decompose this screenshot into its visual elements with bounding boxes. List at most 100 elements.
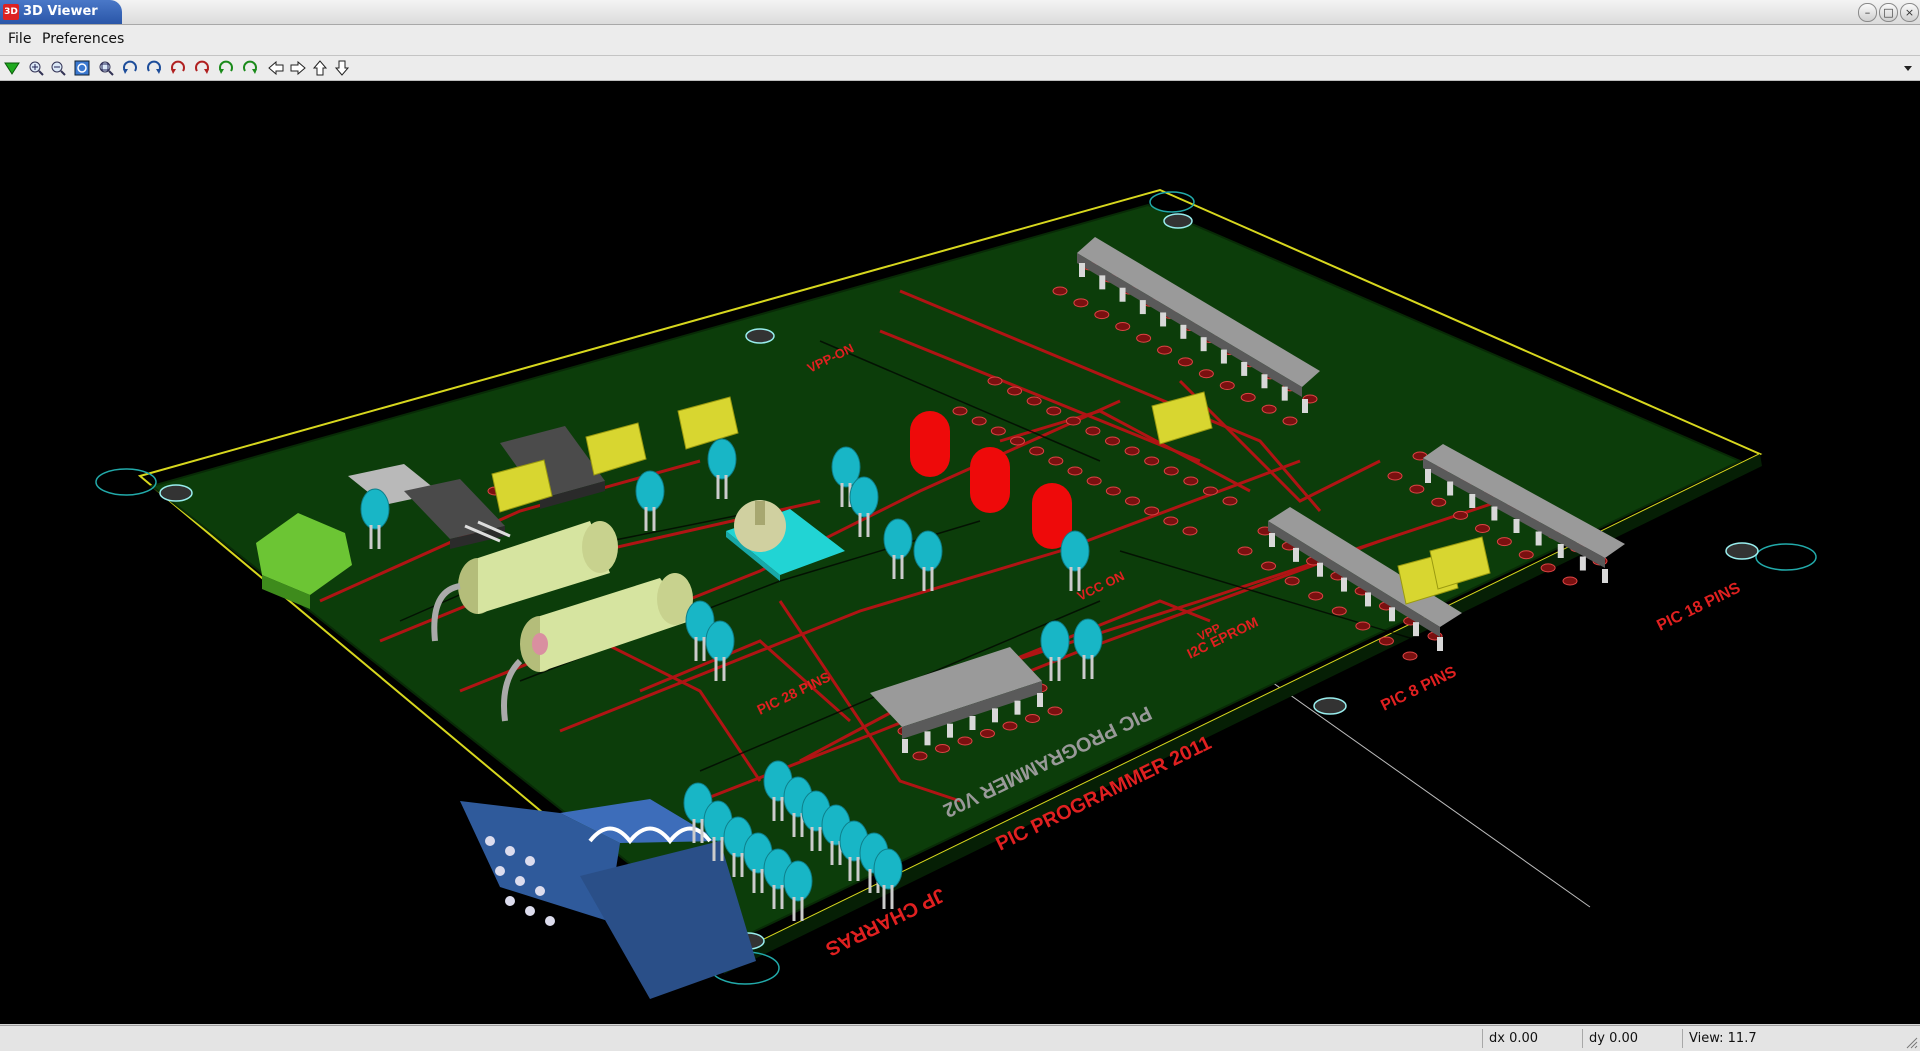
ic-pin [1413, 622, 1419, 637]
app-icon: 3D [3, 4, 19, 20]
window-title-tab: 3D 3D Viewer [0, 0, 122, 24]
ic-pin [924, 731, 931, 746]
solder-pad [1085, 426, 1101, 436]
ic-pin [1365, 592, 1371, 607]
move-left-icon[interactable] [266, 58, 286, 78]
solder-pad [1047, 706, 1063, 716]
solder-pad [1067, 466, 1083, 476]
board-body [149, 203, 1743, 945]
solder-pad [1144, 456, 1160, 466]
solder-pad [935, 744, 950, 753]
ic-pin [1491, 506, 1498, 521]
ic-pin [969, 716, 976, 730]
ic-pin [1579, 556, 1586, 571]
solder-pad [1163, 466, 1179, 476]
ic-pin [1220, 349, 1227, 364]
solder-pad [990, 426, 1006, 436]
solder-pad [1284, 576, 1300, 586]
move-down-icon[interactable] [332, 58, 352, 78]
solder-pad [1453, 510, 1469, 520]
ic-pin [992, 708, 998, 723]
solder-pad [1073, 298, 1089, 308]
rotate-z-pos-icon[interactable] [240, 58, 260, 78]
ceramic-capacitor [1060, 530, 1090, 572]
silk-pic18: PIC 18 PINS [1654, 579, 1743, 634]
ceramic-capacitor [873, 848, 903, 890]
ic-pin [1269, 533, 1275, 547]
ceramic-capacitor [635, 470, 665, 512]
move-up-icon[interactable] [310, 58, 330, 78]
toolbar-overflow-icon[interactable] [1898, 58, 1918, 78]
solder-pad [1475, 524, 1490, 533]
ic-pin [1389, 607, 1395, 622]
menu-preferences[interactable]: Preferences [42, 31, 124, 47]
rotate-z-neg-icon[interactable] [216, 58, 236, 78]
pcb-3d-render: PIC PROGRAMMER 2011 PIC PROGRAMMER V02 J… [95, 188, 1817, 999]
zoom-out-icon[interactable] [48, 58, 68, 78]
solder-pad [1157, 345, 1173, 355]
rotate-y-pos-icon[interactable] [192, 58, 212, 78]
ic-pin [1079, 263, 1085, 277]
ic-pin [1437, 637, 1443, 651]
zoom-fit-icon[interactable] [96, 58, 116, 78]
zoom-redraw-icon[interactable] [72, 58, 92, 78]
ic-pin [1099, 275, 1106, 290]
ic-pin [1535, 531, 1542, 546]
solder-pad [1240, 392, 1256, 402]
ceramic-capacitor [849, 476, 879, 518]
solder-pad [1094, 310, 1110, 320]
solder-pad [1518, 550, 1534, 560]
solder-pad [1562, 576, 1578, 586]
solder-pad [1010, 436, 1025, 446]
solder-pad [1105, 486, 1121, 496]
reload-icon[interactable] [2, 58, 22, 78]
ic-pin [902, 739, 908, 753]
resize-grip-icon[interactable] [1904, 1035, 1918, 1049]
rotate-x-pos-icon[interactable] [144, 58, 164, 78]
ceramic-capacitor [707, 438, 737, 480]
ic-pin [1317, 562, 1323, 577]
solder-pad [1237, 546, 1253, 556]
solder-pad [1219, 381, 1235, 391]
ceramic-capacitor [360, 488, 390, 530]
close-button[interactable]: × [1900, 3, 1919, 22]
minimize-button[interactable]: – [1858, 3, 1877, 22]
rotate-y-neg-icon[interactable] [168, 58, 188, 78]
solder-pad [1144, 506, 1160, 516]
solder-pad [1007, 386, 1023, 396]
ic-pin [1180, 324, 1187, 339]
ceramic-capacitor [913, 530, 943, 572]
solder-pad [1261, 561, 1277, 571]
solder-pad [971, 416, 987, 426]
ic-pin [1014, 700, 1021, 715]
zoom-in-icon[interactable] [26, 58, 46, 78]
solder-pad [1048, 456, 1064, 466]
ceramic-capacitor [883, 518, 913, 560]
move-right-icon[interactable] [288, 58, 308, 78]
ic-pin [1200, 337, 1207, 352]
solder-pad [1183, 476, 1199, 486]
solder-pad [1086, 476, 1102, 486]
ceramic-capacitor [783, 860, 813, 902]
status-view: View: 11.7 [1682, 1029, 1899, 1048]
rotate-x-neg-icon[interactable] [120, 58, 140, 78]
solder-pad [1177, 357, 1193, 367]
solder-pad [987, 376, 1003, 386]
solder-pad [1331, 606, 1347, 616]
solder-pad [1402, 651, 1418, 661]
solder-pad [1540, 563, 1556, 573]
ic-pin [1341, 577, 1347, 592]
solder-pad [1136, 333, 1152, 343]
ceramic-capacitor [1040, 620, 1070, 662]
menu-file[interactable]: File [8, 31, 31, 47]
ic-pin [1447, 481, 1454, 496]
solder-pad [1065, 416, 1081, 426]
maximize-button[interactable]: □ [1879, 3, 1898, 22]
status-bar: dx 0.00 dy 0.00 View: 11.7 [0, 1025, 1920, 1051]
ic-pin [1139, 300, 1146, 315]
3d-viewport[interactable]: PIC PROGRAMMER 2011 PIC PROGRAMMER V02 J… [0, 81, 1920, 1024]
solder-pad [1052, 286, 1068, 296]
solder-pad [1409, 484, 1425, 494]
solder-pad [1124, 446, 1140, 456]
ic-pin [1602, 569, 1608, 583]
